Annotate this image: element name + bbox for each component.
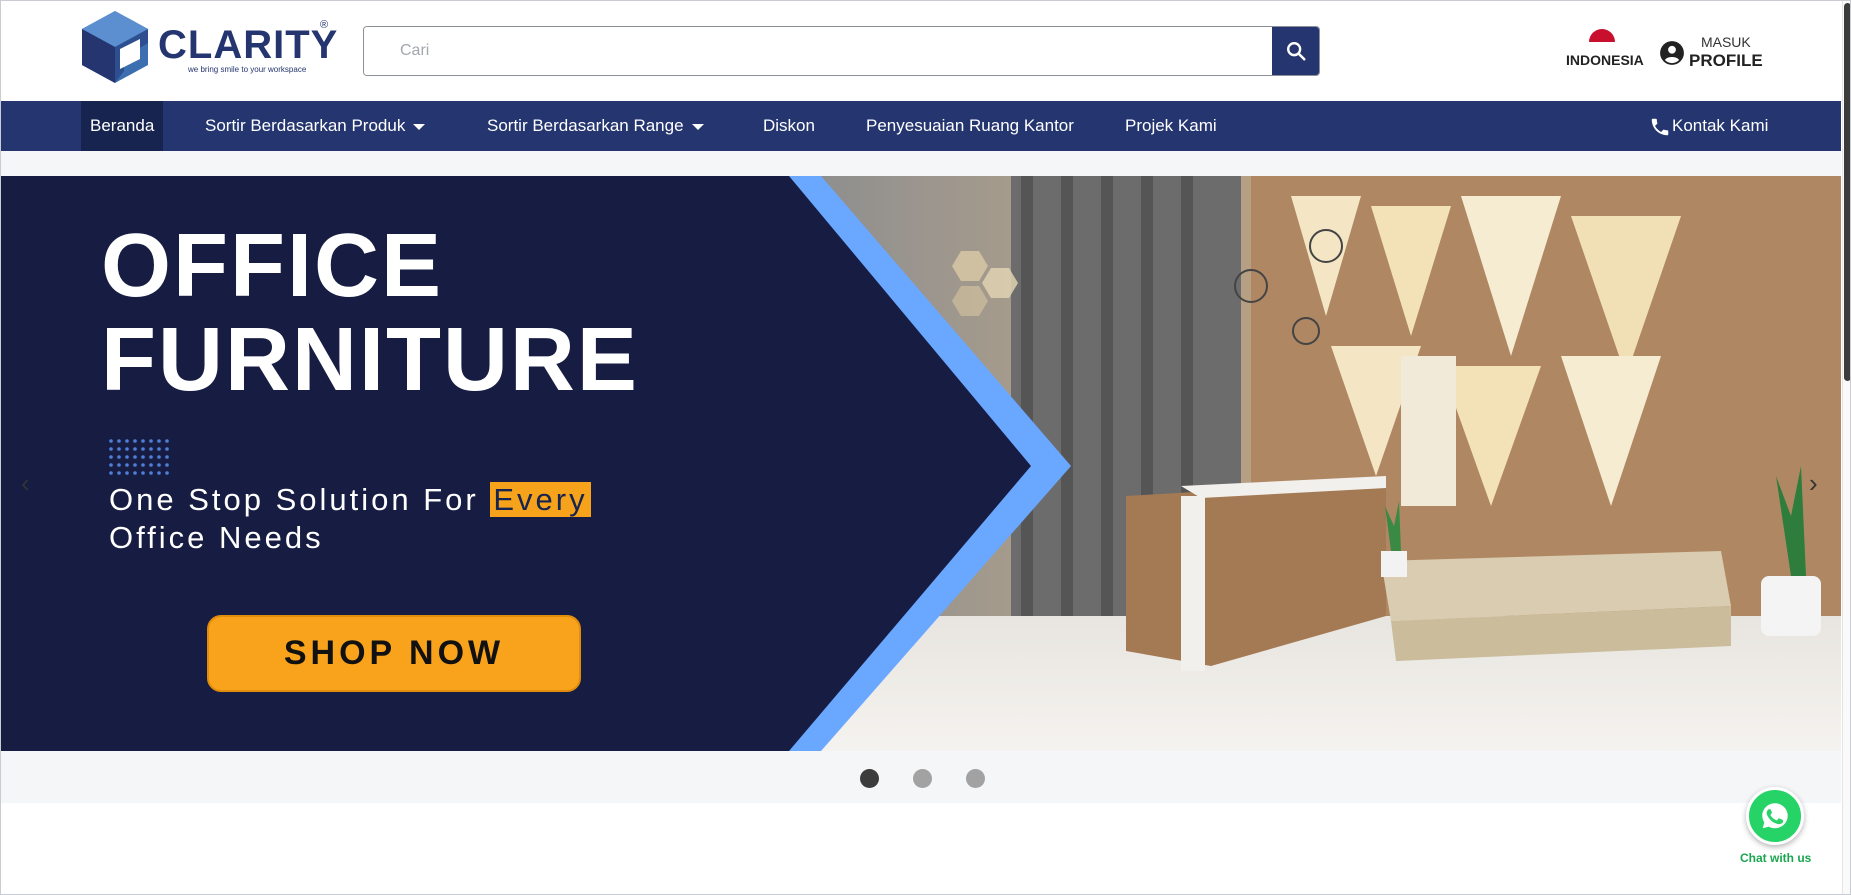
account-circle-icon (1660, 40, 1684, 65)
banner-title-line-2: FURNITURE (101, 310, 639, 410)
page: CLARITY ® we bring smile to your workspa… (0, 0, 1851, 895)
carousel-dot-2[interactable] (913, 769, 932, 788)
whatsapp-icon (1746, 787, 1804, 845)
tagline-highlight: Every (490, 482, 591, 517)
logo-registered-mark: ® (320, 19, 329, 31)
indonesia-flag-icon (1589, 29, 1615, 42)
clarity-logo[interactable]: CLARITY ® we bring smile to your workspa… (80, 9, 337, 85)
banner-tagline: One Stop Solution For Every Office Needs (109, 481, 591, 557)
logo-tagline: we bring smile to your workspace (188, 65, 307, 74)
nav-item-diskon[interactable]: Diskon (763, 101, 815, 151)
nav-item-sort-by-range[interactable]: Sortir Berdasarkan Range (487, 101, 704, 151)
banner-title: OFFICE FURNITURE (101, 219, 639, 407)
search-bar (363, 26, 1320, 76)
nav-item-office-space[interactable]: Penyesuaian Ruang Kantor (866, 101, 1074, 151)
nav-item-label: Penyesuaian Ruang Kantor (866, 116, 1074, 135)
nav-item-label: Projek Kami (1125, 116, 1217, 135)
login-label: MASUK (1700, 34, 1751, 50)
nav-item-label: Diskon (763, 116, 815, 135)
contact-label: Kontak Kami (1672, 116, 1769, 135)
carousel-prev-arrow-icon[interactable]: ‹ (21, 470, 30, 496)
search-input[interactable] (364, 27, 1272, 75)
phone-icon (1651, 118, 1669, 135)
profile-label: PROFILE (1689, 51, 1763, 70)
language-label: INDONESIA (1566, 52, 1644, 68)
profile-login[interactable]: MASUK PROFILE (1659, 34, 1763, 71)
clarity-logo-mark-icon (82, 11, 148, 83)
search-button[interactable] (1272, 27, 1319, 75)
whatsapp-chat-button[interactable]: Chat with us (1740, 787, 1812, 865)
nav-item-label: Sortir Berdasarkan Produk (205, 116, 406, 135)
carousel-dot-3[interactable] (966, 769, 985, 788)
nav-item-beranda[interactable]: Beranda (81, 101, 164, 151)
flag-bottom (1589, 42, 1615, 50)
nav-item-sort-by-product[interactable]: Sortir Berdasarkan Produk (205, 101, 426, 151)
main-nav: Beranda Sortir Berdasarkan Produk Sortir… (1, 101, 1841, 151)
nav-item-label: Sortir Berdasarkan Range (487, 116, 684, 135)
caret-down-icon (413, 123, 426, 130)
nav-item-label: Beranda (90, 116, 155, 135)
nav-contact[interactable]: Kontak Kami (1649, 101, 1768, 151)
caret-down-icon (691, 123, 704, 130)
banner-title-line-1: OFFICE (101, 216, 443, 316)
tagline-text: One Stop Solution For (109, 482, 491, 517)
search-icon (1286, 42, 1306, 61)
tagline-line-2: Office Needs (109, 520, 324, 555)
carousel-next-arrow-icon[interactable]: › (1809, 470, 1818, 496)
hero-carousel-slide[interactable]: OFFICE FURNITURE One Stop Solution For E… (1, 176, 1841, 751)
logo-text: CLARITY (158, 23, 339, 67)
language-selector[interactable]: INDONESIA (1566, 29, 1644, 68)
shop-now-button[interactable]: SHOP NOW (207, 615, 581, 692)
site-header: CLARITY ® we bring smile to your workspa… (1, 1, 1850, 101)
page-scrollbar[interactable] (1842, 1, 1850, 894)
carousel-dot-1[interactable] (860, 769, 879, 788)
carousel-indicators (860, 769, 985, 788)
scrollbar-thumb[interactable] (1844, 3, 1850, 381)
nav-item-projects[interactable]: Projek Kami (1125, 101, 1217, 151)
whatsapp-label: Chat with us (1740, 851, 1812, 865)
profile-text: MASUK PROFILE (1689, 34, 1763, 71)
